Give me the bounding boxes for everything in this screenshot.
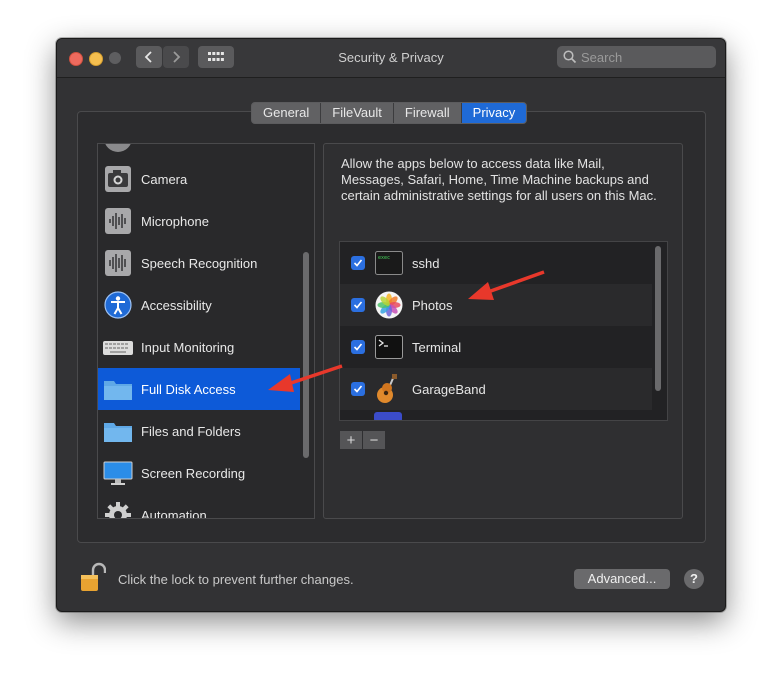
sidebar-item-label: Automation [141,507,207,519]
app-row-garageband[interactable]: GarageBand [340,368,652,410]
app-label: Terminal [412,339,462,355]
tab-general[interactable]: General [252,103,322,123]
app-row-sshd[interactable]: exec sshd [340,242,652,284]
sidebar-item-label: Input Monitoring [141,339,235,355]
sidebar-item-label: Camera [141,171,188,187]
display-icon [103,458,133,488]
app-label: sshd [412,255,440,271]
search-icon [563,50,577,64]
sidebar-item-label: Speech Recognition [141,255,258,271]
checkmark-icon [353,301,363,309]
checkbox-checked[interactable] [351,340,365,354]
app-label: GarageBand [412,381,486,397]
sidebar-item-screen-recording[interactable]: Screen Recording [98,452,300,494]
sidebar-item-speech-recognition[interactable]: Speech Recognition [98,242,300,284]
help-button[interactable]: ? [684,569,704,589]
checkmark-icon [353,259,363,267]
photos-icon [374,290,404,320]
privacy-category-list[interactable]: Camera Microphone Speech Recognition Acc… [97,143,315,519]
sidebar-item-label: Files and Folders [141,423,241,439]
checkmark-icon [353,385,363,393]
speech-recognition-icon [103,248,133,278]
access-description: Allow the apps below to access data like… [341,156,657,203]
search-field[interactable]: Search [557,46,716,68]
accessibility-icon [103,290,133,320]
checkbox-checked[interactable] [351,298,365,312]
title-bar: Security & Privacy Search [57,39,725,78]
app-list[interactable]: exec sshd Photos Terminal GarageBand [339,241,668,421]
sidebar-scrollbar[interactable] [303,252,309,458]
sidebar-item-camera[interactable]: Camera [98,158,300,200]
checkbox-checked[interactable] [351,382,365,396]
app-row-photos[interactable]: Photos [340,284,652,326]
tab-privacy[interactable]: Privacy [461,103,527,123]
microphone-icon [103,206,133,236]
remove-app-button[interactable]: − [363,431,385,449]
add-remove-controls: + − [340,431,385,449]
sidebar-item-full-disk-access[interactable]: Full Disk Access [98,368,300,410]
garageband-icon [374,374,404,404]
app-list-scrollbar[interactable] [655,246,661,391]
camera-icon [103,164,133,194]
location-services-icon [104,144,132,152]
tab-bar: General FileVault Firewall Privacy [251,102,528,124]
app-label: Photos [412,297,453,313]
keyboard-icon [103,332,133,362]
tab-firewall[interactable]: Firewall [393,103,462,123]
app-icon-partial [374,412,402,420]
sidebar-item-label: Microphone [141,213,209,229]
sidebar-item-label: Full Disk Access [141,381,236,397]
sidebar-item-files-and-folders[interactable]: Files and Folders [98,410,300,452]
folder-icon [103,374,133,404]
terminal-icon [374,332,404,362]
sidebar-item-accessibility[interactable]: Accessibility [98,284,300,326]
search-placeholder: Search [581,49,623,65]
lock-status-text: Click the lock to prevent further change… [118,572,354,587]
unlocked-lock-icon[interactable] [80,562,107,592]
add-app-button[interactable]: + [340,431,362,449]
sidebar-item-input-monitoring[interactable]: Input Monitoring [98,326,300,368]
security-privacy-window: Security & Privacy Search General FileVa… [56,38,726,612]
tab-filevault[interactable]: FileVault [321,103,394,123]
app-row-terminal[interactable]: Terminal [340,326,652,368]
svg-text:exec: exec [378,255,390,261]
app-access-panel: Allow the apps below to access data like… [323,143,683,519]
sidebar-item-automation[interactable]: Automation [98,494,300,519]
checkmark-icon [353,343,363,351]
checkbox-checked[interactable] [351,256,365,270]
advanced-button[interactable]: Advanced... [574,569,670,589]
folder-icon [103,416,133,446]
sidebar-item-microphone[interactable]: Microphone [98,200,300,242]
terminal-exec-icon: exec [374,248,404,278]
sidebar-item-label: Accessibility [141,297,212,313]
gear-icon [103,500,133,518]
sidebar-item-label: Screen Recording [141,465,246,481]
